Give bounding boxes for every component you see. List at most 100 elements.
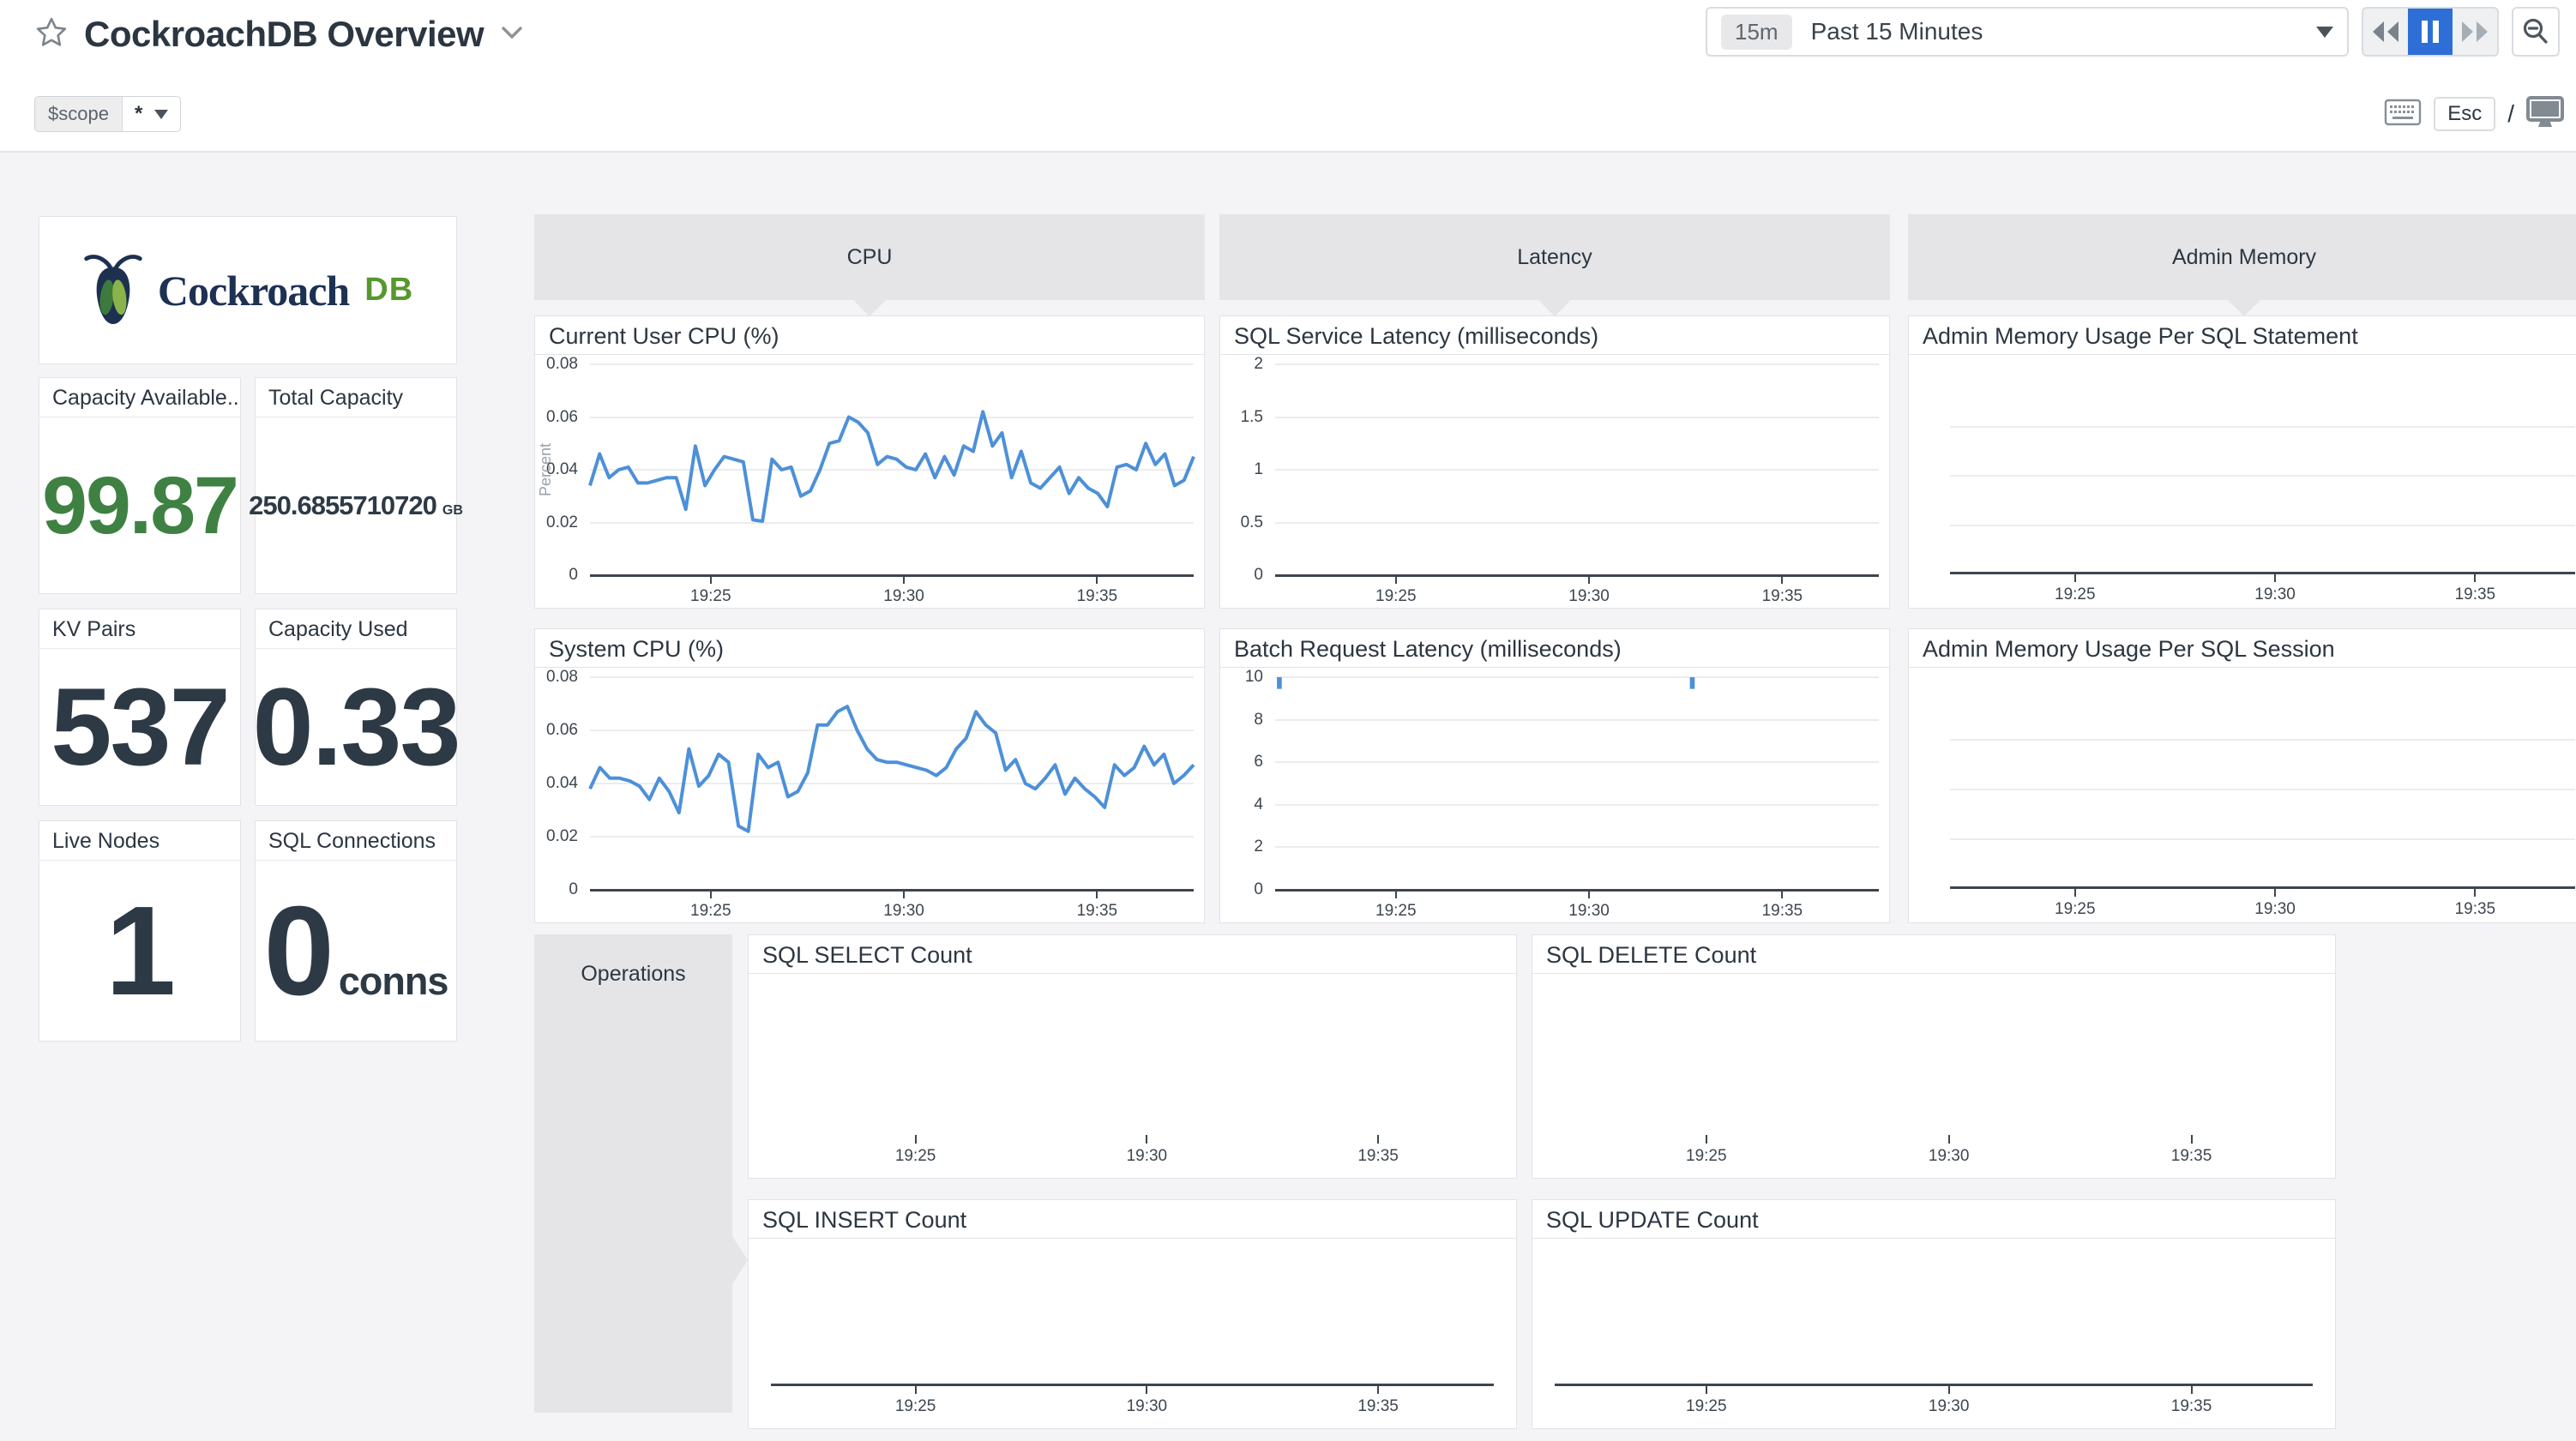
monitor-icon[interactable] [2526, 96, 2564, 133]
pause-button[interactable] [2408, 9, 2453, 55]
x-tick-mark [1948, 1385, 1950, 1394]
y-tick-label: 0.02 [535, 827, 578, 846]
x-tick-label: 19:35 [2432, 900, 2518, 919]
title-chevron-down-icon[interactable] [499, 23, 525, 46]
stat-value: 0 [264, 879, 333, 1024]
x-tick-mark [1588, 575, 1590, 584]
template-variable-value: * [123, 97, 180, 131]
gridline [1275, 522, 1879, 524]
keyboard-icon[interactable] [2384, 99, 2422, 130]
template-variable-scope[interactable]: $scope * [34, 96, 181, 132]
fast-forward-button[interactable] [2453, 9, 2497, 55]
stat-sql-connections[interactable]: SQL Connections 0 conns [255, 820, 457, 1042]
y-tick-label: 10 [1220, 668, 1263, 687]
chart-sql-service-latency[interactable]: SQL Service Latency (milliseconds) 00.51… [1219, 315, 1890, 609]
chart-title: Current User CPU (%) [535, 316, 1204, 355]
stat-value: 0.33 [252, 664, 459, 790]
x-tick-mark [2274, 573, 2276, 582]
y-axis-title: Percent [537, 443, 555, 496]
stat-unit: conns [339, 959, 448, 1004]
y-tick-label: 0 [535, 880, 578, 899]
group-label: Operations [534, 962, 732, 987]
cockroachdb-logo-widget[interactable]: Cockroach DB [39, 216, 457, 364]
x-tick-mark [2191, 1385, 2193, 1394]
x-tick-label: 19:35 [2432, 585, 2518, 604]
y-tick-label: 4 [1220, 796, 1263, 814]
chart-batch-request-latency[interactable]: Batch Request Latency (milliseconds) 024… [1219, 628, 1890, 923]
x-axis-line [1275, 574, 1879, 577]
stat-value: 537 [51, 664, 229, 790]
chart-plot-area: 024681019:2519:3019:35 [1220, 669, 1889, 922]
x-tick-label: 19:35 [1739, 902, 1825, 921]
x-tick-mark [1377, 1385, 1379, 1394]
x-tick-label: 19:25 [1664, 1397, 1749, 1416]
x-tick-mark [2074, 573, 2076, 582]
chart-current-user-cpu[interactable]: Current User CPU (%) 00.020.040.060.0819… [534, 315, 1205, 609]
series-polyline [590, 706, 1194, 832]
stat-capacity-used[interactable]: Capacity Used 0.33 [255, 609, 457, 806]
shortcut-hints: Esc / [2384, 96, 2564, 132]
x-tick-mark [1395, 575, 1397, 584]
stat-live-nodes[interactable]: Live Nodes 1 [39, 820, 241, 1042]
y-tick-label: 0 [1220, 880, 1263, 899]
x-tick-mark [2474, 573, 2476, 582]
stat-capacity-available[interactable]: Capacity Available... 99.87 [39, 377, 241, 594]
gridline [1275, 417, 1879, 418]
page-title: CockroachDB Overview [84, 14, 484, 55]
time-range-selector[interactable]: 15m Past 15 Minutes [1706, 7, 2349, 57]
x-tick-mark [1781, 890, 1783, 898]
x-tick-mark [710, 890, 712, 898]
chart-system-cpu[interactable]: System CPU (%) 00.020.040.060.0819:2519:… [534, 628, 1205, 923]
chart-sql-delete-count[interactable]: SQL DELETE Count 19:2519:3019:35 [1532, 934, 2336, 1179]
zoom-out-button[interactable] [2512, 7, 2560, 57]
slash-hint: / [2507, 100, 2514, 128]
x-tick-label: 19:25 [1664, 1147, 1749, 1166]
x-axis-line [771, 1384, 1494, 1386]
x-tick-label: 19:30 [2232, 585, 2318, 604]
x-tick-mark [1146, 1385, 1147, 1394]
x-tick-label: 19:25 [873, 1397, 959, 1416]
clipped-spike-mark [1690, 677, 1695, 689]
logo-suffix: DB [364, 272, 413, 309]
timeseries-line [590, 677, 1194, 890]
chart-sql-select-count[interactable]: SQL SELECT Count 19:2519:3019:35 [748, 934, 1517, 1179]
chart-title: Admin Memory Usage Per SQL Statement [1909, 316, 2576, 355]
group-header-admin-memory[interactable]: Admin Memory [1908, 214, 2576, 300]
esc-key-button[interactable]: Esc [2434, 97, 2495, 131]
y-tick-label: 0.5 [1220, 513, 1263, 532]
chart-sql-insert-count[interactable]: SQL INSERT Count 19:2519:3019:35 [748, 1199, 1517, 1429]
y-tick-label: 0.04 [535, 774, 578, 793]
group-notch [852, 299, 887, 316]
group-header-operations[interactable]: Operations [534, 934, 732, 1413]
chart-title: SQL UPDATE Count [1532, 1200, 2335, 1239]
chart-plot-area: 19:2519:3019:35 [749, 975, 1516, 1178]
rewind-button[interactable] [2363, 9, 2408, 55]
y-tick-label: 0 [1220, 566, 1263, 585]
gridline [1275, 469, 1879, 471]
group-header-latency[interactable]: Latency [1219, 214, 1890, 300]
x-tick-label: 19:25 [2032, 585, 2118, 604]
chart-sql-update-count[interactable]: SQL UPDATE Count 19:2519:3019:35 [1532, 1199, 2336, 1429]
chart-admin-memory-per-statement[interactable]: Admin Memory Usage Per SQL Statement 19:… [1908, 315, 2576, 609]
x-tick-label: 19:35 [1335, 1397, 1421, 1416]
template-variable-value-text: * [135, 102, 142, 126]
chart-plot-area: 00.511.5219:2519:3019:35 [1220, 356, 1889, 608]
stat-title: SQL Connections [256, 821, 456, 861]
x-tick-mark [1706, 1135, 1707, 1144]
x-tick-mark [1146, 1135, 1147, 1144]
gridline [1950, 475, 2575, 477]
chart-admin-memory-per-session[interactable]: Admin Memory Usage Per SQL Session 19:25… [1908, 628, 2576, 923]
stat-total-capacity[interactable]: Total Capacity 250.6855710720 GB [255, 377, 457, 594]
x-tick-label: 19:25 [2032, 900, 2118, 919]
x-tick-mark [2191, 1135, 2193, 1144]
series-polyline [590, 411, 1194, 521]
star-icon[interactable] [34, 15, 69, 54]
group-header-cpu[interactable]: CPU [534, 214, 1205, 300]
x-tick-label: 19:35 [1054, 587, 1140, 606]
stat-value: 250.6855710720 [249, 490, 436, 521]
x-tick-label: 19:30 [1546, 587, 1632, 606]
x-tick-label: 19:25 [668, 587, 754, 606]
gridline [1950, 426, 2575, 428]
stat-kv-pairs[interactable]: KV Pairs 537 [39, 609, 241, 806]
stat-value: 1 [105, 879, 174, 1024]
